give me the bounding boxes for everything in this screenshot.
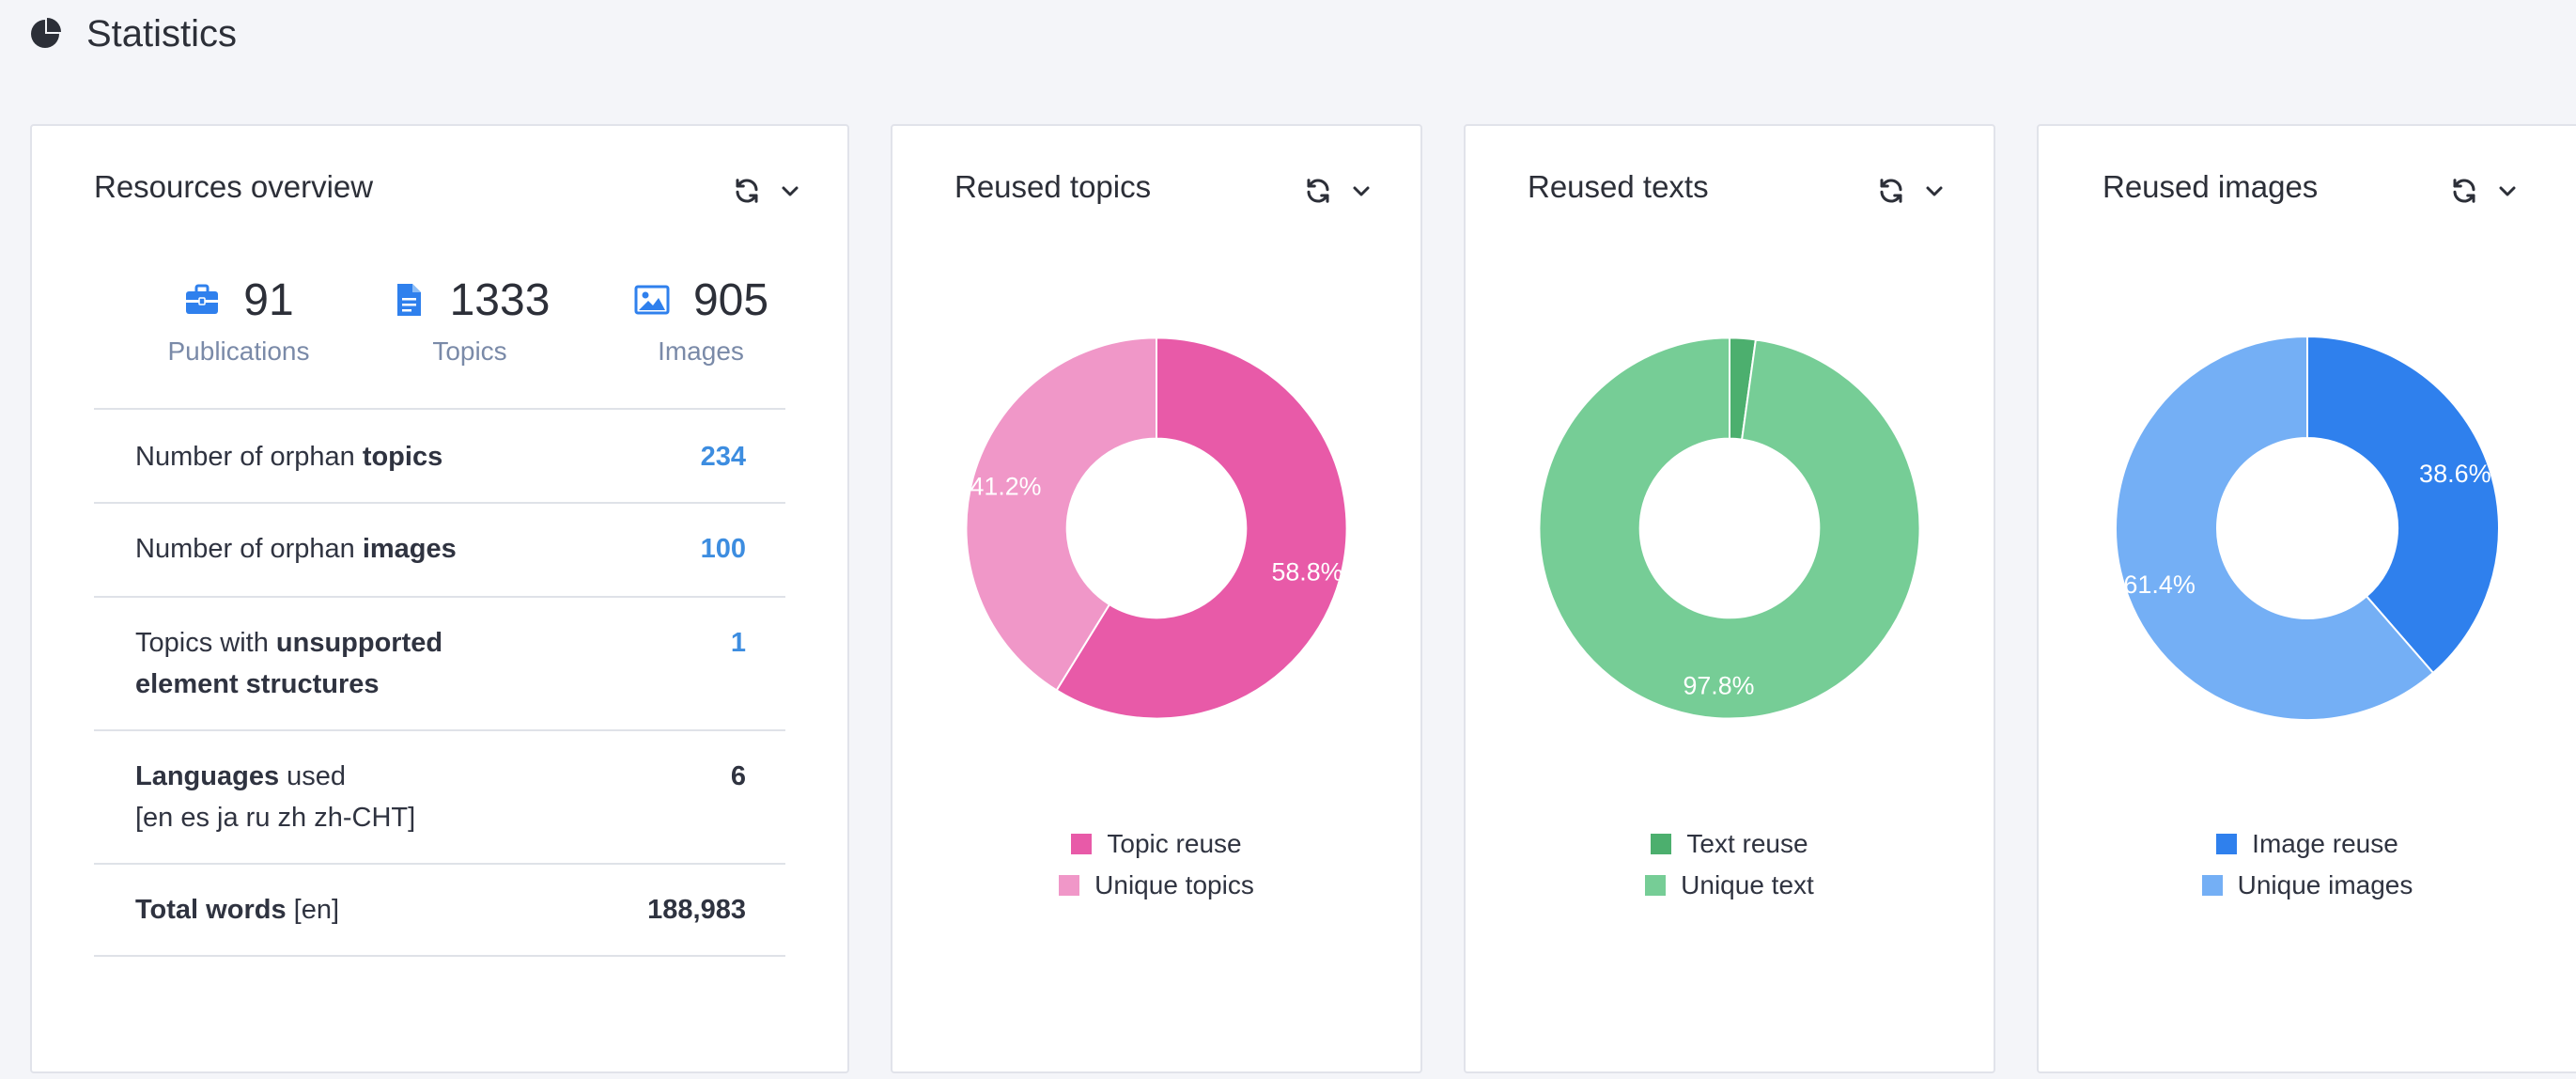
document-icon [396, 284, 421, 316]
slice-percent-label: 38.6% [2419, 460, 2491, 488]
chevron-down-icon [1926, 186, 1943, 196]
reused-texts-card: Reused texts 97.8% Text reuse Unique tex… [1464, 124, 1995, 1073]
card-title: Resources overview [94, 169, 374, 204]
stat-label: Topics [432, 336, 507, 366]
stat-value: 1333 [449, 274, 551, 325]
legend-label: Unique images [2237, 870, 2413, 899]
legend-label: Image reuse [2252, 829, 2398, 858]
legend-item[interactable]: Unique topics [1059, 865, 1254, 906]
legend-item[interactable]: Unique images [2201, 865, 2413, 906]
refresh-button[interactable] [2448, 175, 2480, 207]
donut-slice-unique-text[interactable] [1538, 336, 1921, 720]
card-title: Reused topics [954, 169, 1152, 204]
card-tools [1875, 175, 1950, 207]
slice-percent-label: 58.8% [1271, 557, 1342, 586]
briefcase-icon [186, 284, 219, 314]
reused-topics-card: Reused topics 58.8% 41.2% Topic reuse Uni… [891, 124, 1422, 1073]
pie-chart-icon [31, 18, 61, 48]
legend-item[interactable]: Text reuse [1651, 823, 1808, 865]
divider [94, 955, 785, 957]
metric-label: Number of orphan topics [135, 442, 443, 472]
legend-label: Text reuse [1686, 829, 1808, 858]
orphan-images-link[interactable]: 100 [701, 528, 746, 570]
refresh-button[interactable] [731, 175, 763, 207]
chevron-down-icon [1353, 186, 1370, 196]
slice-percent-label: 61.4% [2123, 571, 2196, 599]
legend-item[interactable]: Image reuse [2216, 823, 2398, 865]
refresh-button[interactable] [1875, 175, 1907, 207]
legend-item[interactable]: Unique text [1645, 865, 1814, 906]
unsupported-structures-link[interactable]: 1 [731, 622, 746, 664]
legend-label: Unique text [1681, 870, 1814, 899]
chart-legend: Image reuse Unique images [2039, 823, 2576, 906]
legend-label: Topic reuse [1107, 829, 1242, 858]
legend-swatch [1645, 875, 1667, 896]
legend-swatch [1059, 875, 1080, 896]
donut-chart: 38.6% 61.4% [2115, 335, 2500, 721]
metric-row-orphan-topics: Number of orphan topics 234 [94, 408, 785, 502]
card-tools [2448, 175, 2523, 207]
page-header: Statistics [28, 6, 237, 62]
metric-label: Languages used [en es ja ru zh zh-CHT] [135, 761, 416, 833]
refresh-icon [1880, 179, 1902, 203]
card-title: Reused images [2103, 169, 2319, 204]
orphan-topics-link[interactable]: 234 [701, 436, 746, 477]
donut-chart: 58.8% 41.2% [965, 336, 1348, 720]
metric-label: Total words [en] [135, 895, 340, 925]
card-menu-button[interactable] [2491, 175, 2523, 207]
chevron-down-icon [2499, 186, 2516, 196]
metric-label: Topics with unsupported element structur… [135, 628, 443, 699]
chevron-down-icon [782, 186, 799, 196]
legend-swatch [1651, 834, 1672, 854]
legend-swatch [2216, 834, 2238, 854]
slice-percent-label: 97.8% [1683, 671, 1754, 699]
donut-chart: 97.8% [1538, 336, 1921, 720]
image-icon [634, 285, 670, 315]
card-menu-button[interactable] [1918, 175, 1950, 207]
legend-label: Unique topics [1094, 870, 1254, 899]
card-tools [731, 175, 806, 207]
card-menu-button[interactable] [774, 175, 806, 207]
stat-label: Images [658, 336, 744, 366]
metric-label: Number of orphan images [135, 534, 457, 564]
legend-swatch [2201, 875, 2223, 896]
stat-topics: 1333 Topics [357, 267, 582, 367]
resources-overview-card: Resources overview 91 Publications 1333 … [30, 124, 849, 1073]
refresh-button[interactable] [1302, 175, 1334, 207]
card-menu-button[interactable] [1345, 175, 1377, 207]
card-tools [1302, 175, 1377, 207]
stat-images: 905 Images [588, 267, 814, 367]
metric-row-orphan-images: Number of orphan images 100 [94, 502, 785, 596]
metric-row-unsupported-structures: Topics with unsupported element structur… [94, 596, 785, 729]
page-title: Statistics [86, 12, 238, 55]
chart-legend: Text reuse Unique text [1466, 823, 1994, 906]
stat-value: 905 [692, 274, 769, 325]
stat-publications: 91 Publications [126, 267, 351, 367]
legend-item[interactable]: Topic reuse [1071, 823, 1242, 865]
slice-percent-label: 41.2% [970, 472, 1042, 500]
metric-row-languages: Languages used [en es ja ru zh zh-CHT] 6 [94, 729, 785, 863]
refresh-icon [1307, 179, 1329, 203]
card-title: Reused texts [1528, 169, 1709, 204]
chart-legend: Topic reuse Unique topics [892, 823, 1420, 906]
stat-value: 91 [243, 274, 294, 325]
total-words-value: 188,983 [647, 895, 746, 925]
reused-images-card: Reused images 38.6% 61.4% Image reuse Uni… [2037, 124, 2576, 1073]
metric-row-total-words: Total words [en] 188,983 [94, 863, 785, 955]
refresh-icon [736, 179, 758, 203]
legend-swatch [1071, 834, 1093, 854]
refresh-icon [2453, 179, 2475, 203]
languages-count: 6 [730, 761, 746, 791]
stat-label: Publications [167, 336, 310, 366]
